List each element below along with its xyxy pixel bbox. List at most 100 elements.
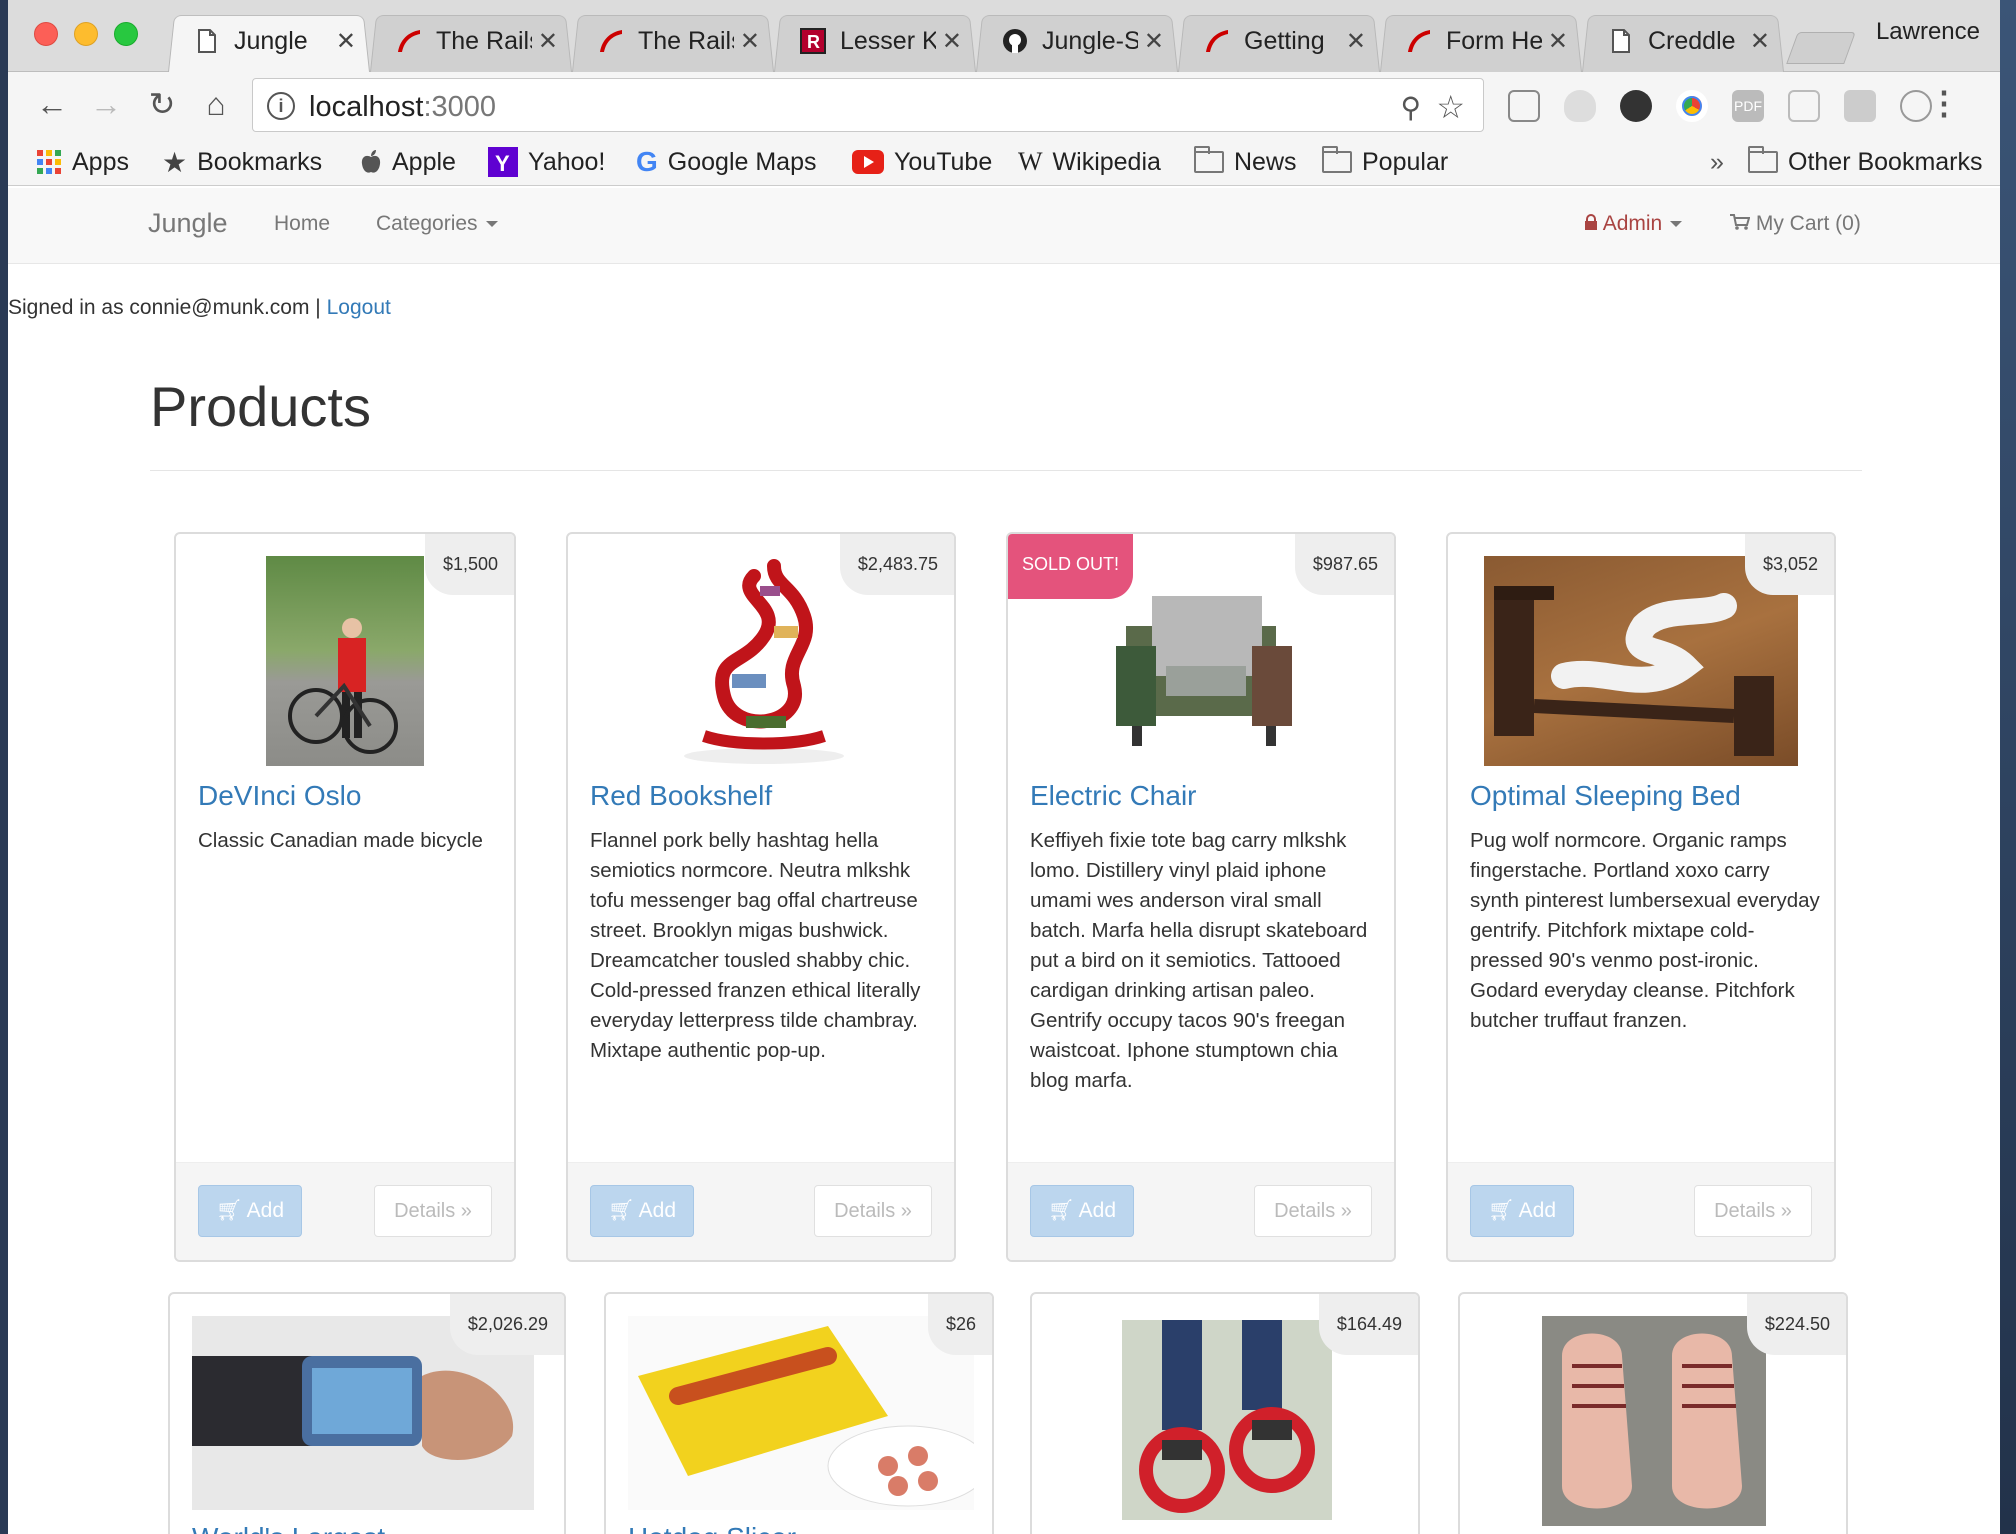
close-tab-icon[interactable]: ✕ — [740, 27, 760, 56]
logout-link[interactable]: Logout — [327, 296, 391, 319]
home-icon[interactable]: ⌂ — [196, 84, 236, 124]
brand-link[interactable]: Jungle — [148, 208, 228, 239]
google-icon: G — [636, 146, 658, 177]
youtube-icon — [852, 150, 884, 174]
bookmark-wikipedia[interactable]: W Wikipedia — [1018, 144, 1161, 180]
tab-getting[interactable]: Getting ✕ — [1178, 10, 1380, 72]
price-badge: $3,052 — [1744, 534, 1834, 595]
tab-jungle[interactable]: Jungle ✕ — [168, 10, 370, 72]
svg-text:Y: Y — [495, 151, 510, 176]
add-to-cart-button[interactable]: 🛒︎ Add — [198, 1185, 302, 1237]
nav-home[interactable]: Home — [274, 212, 330, 236]
bookmark-other[interactable]: Other Bookmarks — [1748, 144, 1983, 180]
close-tab-icon[interactable]: ✕ — [942, 27, 962, 56]
address-bar[interactable]: i localhost:3000 ⚲ ☆ — [252, 78, 1484, 132]
product-name[interactable]: Hotdog Slicer — [628, 1522, 796, 1534]
zoom-window-button[interactable] — [114, 22, 138, 46]
zoom-icon[interactable]: ⚲ — [1400, 91, 1421, 124]
pdf-extension-icon[interactable]: PDF — [1732, 90, 1764, 122]
bookmark-news[interactable]: News — [1194, 144, 1297, 180]
chat-extension-icon[interactable] — [1844, 90, 1876, 122]
close-tab-icon[interactable]: ✕ — [1144, 27, 1164, 56]
add-to-cart-button[interactable]: 🛒︎ Add — [1470, 1185, 1574, 1237]
back-icon[interactable]: ← — [32, 84, 72, 124]
details-button[interactable]: Details » — [374, 1185, 492, 1237]
product-name[interactable]: Electric Chair — [1030, 780, 1196, 812]
rails-icon — [1204, 27, 1230, 55]
product-image[interactable] — [674, 556, 854, 766]
cart-icon: 🛒︎ — [1487, 1199, 1515, 1222]
close-window-button[interactable] — [34, 22, 58, 46]
bookmark-popular[interactable]: Popular — [1322, 144, 1448, 180]
apps-grid-icon — [36, 149, 62, 175]
tab-label: Creddle — [1648, 26, 1736, 55]
swirl-extension-icon[interactable] — [1620, 90, 1652, 122]
tab-creddle[interactable]: Creddle ✕ — [1582, 10, 1784, 72]
profile-name[interactable]: Lawrence — [1876, 18, 1980, 46]
bookmark-label: Popular — [1362, 147, 1449, 176]
bookmark-apps[interactable]: Apps — [36, 144, 129, 180]
nav-admin[interactable]: Admin — [1584, 212, 1683, 236]
nav-categories[interactable]: Categories — [376, 212, 498, 236]
window-extension-icon[interactable] — [1788, 90, 1820, 122]
page-icon — [194, 27, 220, 55]
product-image[interactable] — [1542, 1316, 1766, 1526]
page-icon — [1608, 27, 1634, 55]
bookmarks-bar: Apps ★ Bookmarks Apple Y Yahoo! G Google… — [8, 138, 2000, 186]
product-name[interactable]: Red Bookshelf — [590, 780, 772, 812]
cloud-extension-icon[interactable] — [1508, 90, 1540, 122]
more-menu-icon[interactable]: ⋮ — [1928, 84, 1960, 122]
close-tab-icon[interactable]: ✕ — [336, 27, 356, 56]
add-to-cart-button[interactable]: 🛒︎ Add — [590, 1185, 694, 1237]
bookmark-bookmarks[interactable]: ★ Bookmarks — [162, 144, 322, 180]
tab-rails-1[interactable]: The Rails ✕ — [370, 10, 572, 72]
add-label: Add — [246, 1199, 285, 1222]
bookmark-label: Other Bookmarks — [1788, 147, 1983, 176]
nav-cart-label: My Cart (0) — [1755, 212, 1861, 235]
price-badge: $1,500 — [424, 534, 514, 595]
reload-icon[interactable]: ↻ — [142, 84, 182, 124]
nav-cart[interactable]: My Cart (0) — [1730, 212, 1861, 236]
bookmark-youtube[interactable]: YouTube — [852, 144, 992, 180]
tab-lesser-k[interactable]: R Lesser K ✕ — [774, 10, 976, 72]
details-button[interactable]: Details » — [814, 1185, 932, 1237]
bookmark-google-maps[interactable]: G Google Maps — [636, 144, 816, 180]
app-navbar: Jungle Home Categories Admin My Cart (0) — [8, 188, 2000, 264]
product-card: $2,483.75 Red Bookshelf Flannel pork bel… — [566, 532, 956, 1262]
rails-icon — [598, 27, 624, 55]
bookmark-label: Bookmarks — [197, 147, 323, 176]
product-name[interactable]: DeVInci Oslo — [198, 780, 361, 812]
tab-form-helpers[interactable]: Form He ✕ — [1380, 10, 1582, 72]
product-image[interactable] — [628, 1316, 974, 1510]
close-tab-icon[interactable]: ✕ — [1750, 27, 1770, 56]
info-icon[interactable]: i — [267, 92, 295, 120]
browser-toolbar: ← → ↻ ⌂ i localhost:3000 ⚲ ☆ PDF ⋮ — [8, 72, 2000, 138]
details-button[interactable]: Details » — [1254, 1185, 1372, 1237]
bookmarks-overflow[interactable]: » — [1710, 144, 1724, 180]
wikipedia-icon: W — [1018, 147, 1043, 176]
new-tab-button[interactable] — [1792, 32, 1850, 64]
bookmark-star-icon[interactable]: ☆ — [1436, 88, 1465, 126]
mask-extension-icon[interactable] — [1564, 90, 1596, 122]
tab-rails-2[interactable]: The Rails ✕ — [572, 10, 774, 72]
add-to-cart-button[interactable]: 🛒︎ Add — [1030, 1185, 1134, 1237]
forward-icon[interactable]: → — [86, 84, 126, 124]
card-footer: 🛒︎ Add Details » — [1008, 1162, 1394, 1260]
details-button[interactable]: Details » — [1694, 1185, 1812, 1237]
product-image[interactable] — [1484, 556, 1798, 766]
product-description: Keffiyeh fixie tote bag carry mlkshk lom… — [1030, 829, 1368, 1092]
price-badge: $26 — [927, 1294, 992, 1355]
product-name[interactable]: Optimal Sleeping Bed — [1470, 780, 1741, 812]
product-image[interactable] — [1122, 1320, 1332, 1520]
close-tab-icon[interactable]: ✕ — [1548, 27, 1568, 56]
bookmark-apple[interactable]: Apple — [360, 144, 456, 180]
close-tab-icon[interactable]: ✕ — [1346, 27, 1366, 56]
minimize-window-button[interactable] — [74, 22, 98, 46]
close-tab-icon[interactable]: ✕ — [538, 27, 558, 56]
folder-icon — [1322, 146, 1352, 173]
tab-github[interactable]: Jungle-S ✕ — [976, 10, 1178, 72]
bookmark-yahoo[interactable]: Y Yahoo! — [488, 144, 605, 180]
product-name[interactable]: World's Largest — [192, 1522, 385, 1534]
chrome-extension-icon[interactable] — [1676, 90, 1708, 122]
product-image[interactable] — [266, 556, 424, 766]
